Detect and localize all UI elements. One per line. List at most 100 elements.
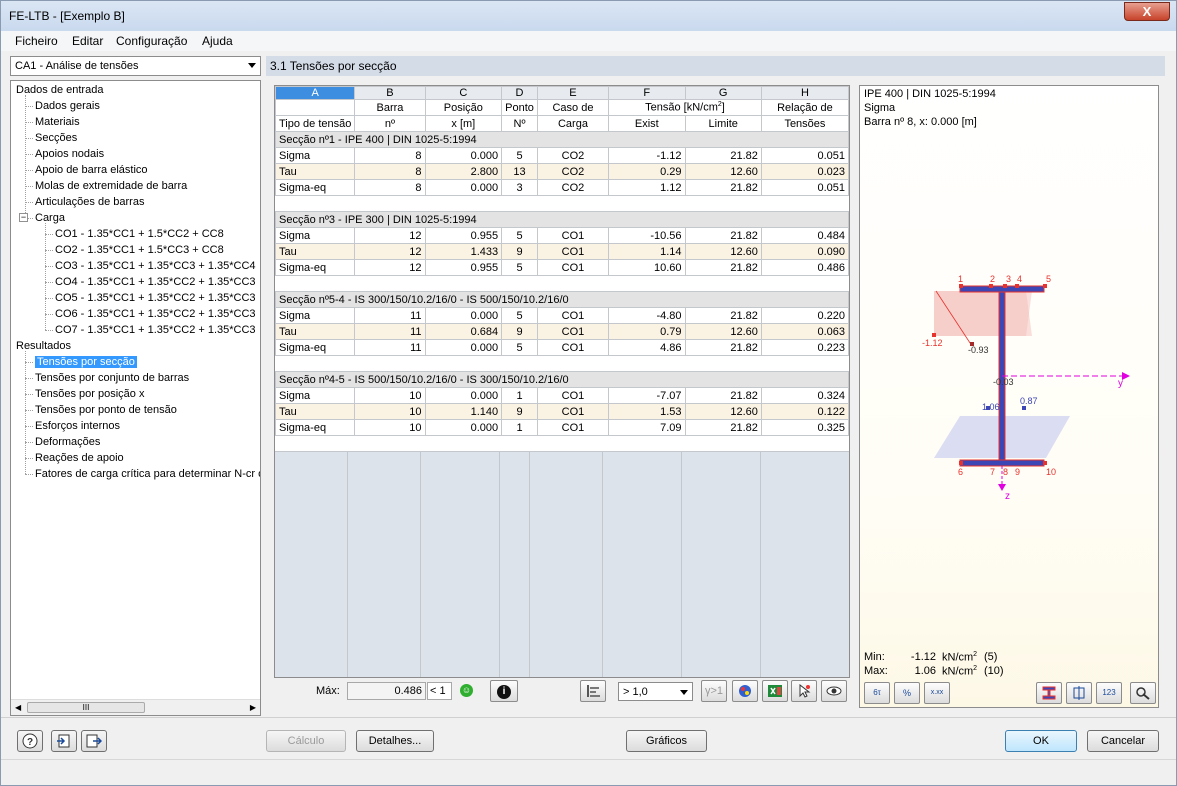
menu-editar[interactable]: Editar — [72, 34, 103, 48]
section-title: Secção nº4-5 - IS 500/150/10.2/16/0 - IS… — [275, 371, 849, 388]
menu-ajuda[interactable]: Ajuda — [202, 34, 233, 48]
tree-item-result[interactable]: Tensões por conjunto de barras — [35, 371, 189, 385]
tree-item-input[interactable]: Dados gerais — [35, 99, 100, 113]
graphics-button[interactable]: Gráficos — [626, 730, 707, 752]
decimal-button[interactable]: x.xx — [924, 682, 950, 704]
tree-item-result[interactable]: Tensões por posição x — [35, 387, 144, 401]
tree-connector — [25, 474, 33, 475]
scroll-left-icon[interactable]: ◀ — [15, 703, 21, 712]
grid-line — [347, 452, 348, 677]
cell-d: 1 — [501, 419, 538, 436]
case-select[interactable]: CA1 - Análise de tensões — [10, 56, 261, 76]
header-c-top: Posição — [424, 99, 503, 116]
cancel-button[interactable]: Cancelar — [1087, 730, 1159, 752]
tree-item-input[interactable]: Molas de extremidade de barra — [35, 179, 187, 193]
app-window: FE-LTB - [Exemplo B] X Ficheiro Editar C… — [0, 0, 1177, 786]
section-header-row[interactable]: Secção nº4-5 - IS 500/150/10.2/16/0 - IS… — [275, 371, 849, 388]
tree-item-input[interactable]: Articulações de barras — [35, 195, 144, 209]
stress-type-button[interactable]: 6τ — [864, 682, 890, 704]
section-view-button[interactable] — [1036, 682, 1062, 704]
tree-item-combination[interactable]: CO5 - 1.35*CC1 + 1.35*CC2 + 1.35*CC3 — [55, 291, 256, 305]
details-button[interactable]: Detalhes... — [356, 730, 434, 752]
table-row[interactable]: Tau 11 0.684 9 CO1 0.79 12.60 0.063 — [275, 323, 849, 340]
tree-item-result[interactable]: Tensões por secção — [35, 355, 137, 369]
numbering-button[interactable]: 123 — [1096, 682, 1122, 704]
table-row[interactable]: Sigma 8 0.000 5 CO2 -1.12 21.82 0.051 — [275, 147, 849, 164]
tree-item-result[interactable]: Fatores de carga crítica para determinar… — [35, 467, 260, 481]
ok-button[interactable]: OK — [1005, 730, 1077, 752]
table-row[interactable]: Sigma-eq 10 0.000 1 CO1 7.09 21.82 0.325 — [275, 419, 849, 436]
cell-f: 7.09 — [608, 419, 686, 436]
cell-h: 0.051 — [760, 147, 849, 164]
close-button[interactable]: X — [1124, 2, 1170, 21]
table-row[interactable]: Tau 10 1.140 9 CO1 1.53 12.60 0.122 — [275, 403, 849, 420]
table-row[interactable]: Tau 8 2.800 13 CO2 0.29 12.60 0.023 — [275, 163, 849, 180]
tree-item-input[interactable]: Apoio de barra elástico — [35, 163, 148, 177]
table-row[interactable]: Tau 12 1.433 9 CO1 1.14 12.60 0.090 — [275, 243, 849, 260]
ratio-filter-select[interactable]: > 1,0 — [618, 682, 693, 701]
tree-item-combination[interactable]: CO2 - 1.35*CC1 + 1.5*CC3 + CC8 — [55, 243, 224, 257]
section-header-row[interactable]: Secção nº5-4 - IS 300/150/10.2/16/0 - IS… — [275, 291, 849, 308]
excel-export-button[interactable] — [762, 680, 788, 702]
table-row[interactable]: Sigma 12 0.955 5 CO1 -10.56 21.82 0.484 — [275, 227, 849, 244]
cell-g: 21.82 — [684, 307, 762, 324]
filter-gamma-button[interactable]: γ>1 — [701, 680, 727, 702]
tree-item-carga[interactable]: Carga — [35, 211, 65, 225]
tree-item-input[interactable]: Apoios nodais — [35, 147, 104, 161]
help-button[interactable]: ? — [17, 730, 43, 752]
tree-input-root[interactable]: Dados de entrada — [16, 83, 103, 97]
graphic-settings-button[interactable] — [1130, 682, 1156, 704]
tree-item-combination[interactable]: CO1 - 1.35*CC1 + 1.5*CC2 + CC8 — [55, 227, 224, 241]
section-header-row[interactable]: Secção nº3 - IPE 300 | DIN 1025-5:1994 — [275, 211, 849, 228]
tree-item-input-label: Apoio de barra elástico — [35, 164, 148, 176]
tree-collapse-toggle[interactable]: − — [19, 213, 28, 222]
select-in-model-button[interactable] — [791, 680, 817, 702]
tree-item-input[interactable]: Materiais — [35, 115, 80, 129]
stress-point-marker — [1043, 461, 1047, 465]
scroll-right-icon[interactable]: ▶ — [250, 703, 256, 712]
tree-item-combination[interactable]: CO3 - 1.35*CC1 + 1.35*CC3 + 1.35*CC4 — [55, 259, 256, 273]
tree-item-combination[interactable]: CO7 - 1.35*CC1 + 1.35*CC2 + 1.35*CC3 — [55, 323, 256, 337]
max-label-graph: Max: — [864, 665, 888, 677]
tree-item-result[interactable]: Esforços internos — [35, 419, 120, 433]
table-row[interactable]: Sigma 11 0.000 5 CO1 -4.80 21.82 0.220 — [275, 307, 849, 324]
min-unit-sup: 2 — [973, 651, 978, 658]
percent-button[interactable]: % — [894, 682, 920, 704]
color-scale-button[interactable] — [732, 680, 758, 702]
view-button[interactable] — [821, 680, 847, 702]
table-row[interactable]: Sigma-eq 11 0.000 5 CO1 4.86 21.82 0.223 — [275, 339, 849, 356]
header-b-bottom: nº — [354, 115, 426, 132]
sort-button[interactable] — [580, 680, 606, 702]
tree-item-result[interactable]: Reações de apoio — [35, 451, 124, 465]
stress-value-label: -1.12 — [922, 338, 943, 348]
scroll-thumb[interactable]: III — [27, 702, 145, 713]
table-row[interactable]: Sigma-eq 8 0.000 3 CO2 1.12 21.82 0.051 — [275, 179, 849, 196]
spacer-row — [275, 275, 849, 292]
table-row[interactable]: Sigma-eq 12 0.955 5 CO1 10.60 21.82 0.486 — [275, 259, 849, 276]
export-button[interactable] — [81, 730, 107, 752]
table-row[interactable]: Sigma 10 0.000 1 CO1 -7.07 21.82 0.324 — [275, 387, 849, 404]
cell-d: 5 — [501, 307, 538, 324]
cell-h: 0.324 — [760, 387, 849, 404]
tree-item-result[interactable]: Deformações — [35, 435, 100, 449]
tree-item-result[interactable]: Tensões por ponto de tensão — [35, 403, 177, 417]
section-header-row[interactable]: Secção nº1 - IPE 400 | DIN 1025-5:1994 — [275, 131, 849, 148]
tree-item-combination[interactable]: CO4 - 1.35*CC1 + 1.35*CC2 + 1.35*CC3 — [55, 275, 256, 289]
menu-configuracao[interactable]: Configuração — [116, 34, 187, 48]
info-button[interactable]: i — [490, 680, 518, 702]
import-button[interactable] — [51, 730, 77, 752]
column-letter-g: G — [684, 86, 762, 100]
tree-horizontal-scrollbar[interactable]: ◀ III ▶ — [11, 699, 260, 715]
header-a-bottom: Tipo de tensão — [275, 115, 356, 132]
calculate-button[interactable]: Cálculo — [266, 730, 346, 752]
tree-item-input[interactable]: Secções — [35, 131, 77, 145]
tree-item-result-label: Tensões por secção — [35, 356, 137, 368]
dialog-footer: ? Cálculo Detalhes... Gráficos OK Cancel… — [1, 717, 1176, 757]
pointer-icon — [799, 683, 811, 698]
dimensions-button[interactable] — [1066, 682, 1092, 704]
menu-ficheiro[interactable]: Ficheiro — [15, 34, 58, 48]
cell-a: Sigma-eq — [275, 259, 356, 276]
tree-item-combination[interactable]: CO6 - 1.35*CC1 + 1.35*CC2 + 1.35*CC3 — [55, 307, 256, 321]
spacer-row — [275, 355, 849, 372]
cell-c: 0.000 — [424, 339, 503, 356]
